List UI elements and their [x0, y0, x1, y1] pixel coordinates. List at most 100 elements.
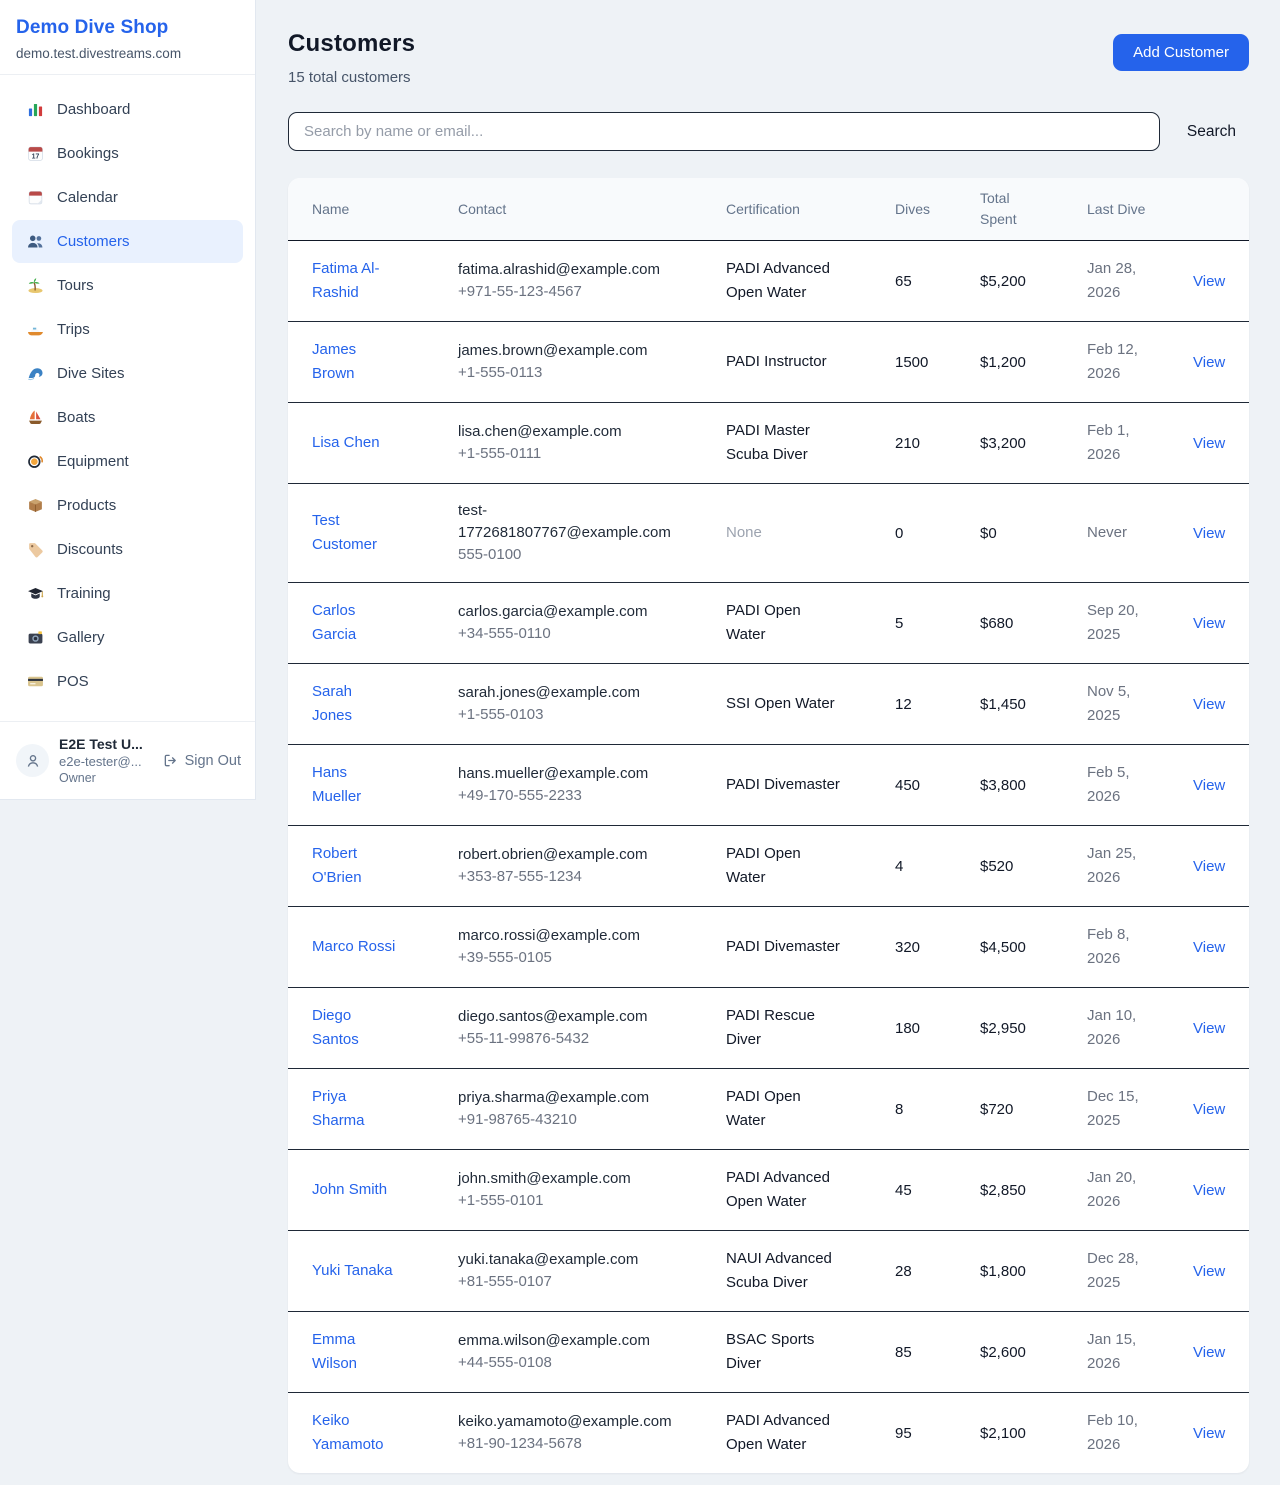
- view-link[interactable]: View: [1193, 1263, 1225, 1280]
- customer-dives: 450: [895, 777, 920, 794]
- customer-dives: 28: [895, 1263, 912, 1280]
- customer-name-link[interactable]: Fatima Al-Rashid: [312, 257, 396, 305]
- sidebar-item-calendar[interactable]: Calendar: [12, 176, 243, 219]
- search-input[interactable]: [288, 112, 1160, 151]
- page-header-text: Customers 15 total customers: [288, 30, 415, 86]
- customer-name-link[interactable]: Test Customer: [312, 509, 396, 557]
- page-title: Customers: [288, 30, 415, 58]
- customer-name-link[interactable]: John Smith: [312, 1178, 387, 1202]
- customer-certification: PADI Advanced Open Water: [726, 1166, 844, 1214]
- customer-certification: None: [726, 521, 762, 545]
- discounts-tag-icon: [26, 541, 44, 559]
- column-header-certification: Certification: [726, 178, 895, 241]
- customer-dives: 65: [895, 273, 912, 290]
- sidebar-item-equipment[interactable]: Equipment: [12, 440, 243, 483]
- customer-phone: +39-555-0105: [458, 947, 726, 969]
- view-link[interactable]: View: [1193, 1101, 1225, 1118]
- view-link[interactable]: View: [1193, 1020, 1225, 1037]
- view-link[interactable]: View: [1193, 1344, 1225, 1361]
- customer-name-link[interactable]: Lisa Chen: [312, 431, 380, 455]
- calendar-icon: [26, 189, 44, 207]
- column-header-last-dive: Last Dive: [1087, 178, 1193, 241]
- customer-last-dive: Jan 10, 2026: [1087, 1004, 1151, 1052]
- customer-total-spent: $520: [980, 858, 1013, 875]
- view-link[interactable]: View: [1193, 435, 1225, 452]
- sidebar-item-training[interactable]: Training: [12, 572, 243, 615]
- table-row: Carlos Garciacarlos.garcia@example.com+3…: [288, 583, 1249, 664]
- customer-email: diego.santos@example.com: [458, 1006, 676, 1028]
- sidebar-item-gallery[interactable]: Gallery: [12, 616, 243, 659]
- sign-out-label: Sign Out: [185, 753, 241, 769]
- view-link[interactable]: View: [1193, 696, 1225, 713]
- table-row: Hans Muellerhans.mueller@example.com+49-…: [288, 745, 1249, 826]
- customer-last-dive: Sep 20, 2025: [1087, 599, 1151, 647]
- sidebar-item-dive-sites[interactable]: Dive Sites: [12, 352, 243, 395]
- customer-name-link[interactable]: Sarah Jones: [312, 680, 396, 728]
- sidebar-item-trips[interactable]: Trips: [12, 308, 243, 351]
- add-customer-button[interactable]: Add Customer: [1113, 34, 1249, 71]
- view-link[interactable]: View: [1193, 354, 1225, 371]
- sidebar-item-boats[interactable]: Boats: [12, 396, 243, 439]
- table-row: Sarah Jonessarah.jones@example.com+1-555…: [288, 664, 1249, 745]
- customer-last-dive: Dec 28, 2025: [1087, 1247, 1151, 1295]
- customer-name-link[interactable]: Yuki Tanaka: [312, 1259, 393, 1283]
- customer-name-link[interactable]: Marco Rossi: [312, 935, 395, 959]
- customer-email: robert.obrien@example.com: [458, 844, 676, 866]
- sidebar-item-label: Boats: [57, 406, 95, 429]
- sidebar-item-label: Dashboard: [57, 98, 130, 121]
- sidebar-item-products[interactable]: Products: [12, 484, 243, 527]
- avatar: [16, 744, 49, 777]
- user-role: Owner: [59, 771, 153, 785]
- sidebar-item-customers[interactable]: Customers: [12, 220, 243, 263]
- sidebar-item-tours[interactable]: Tours: [12, 264, 243, 307]
- customer-name-link[interactable]: Keiko Yamamoto: [312, 1409, 396, 1457]
- table-row: Fatima Al-Rashidfatima.alrashid@example.…: [288, 241, 1249, 322]
- customer-name-link[interactable]: James Brown: [312, 338, 396, 386]
- customer-phone: +44-555-0108: [458, 1352, 726, 1374]
- customer-email: lisa.chen@example.com: [458, 421, 676, 443]
- customer-total-spent: $2,950: [980, 1020, 1026, 1037]
- page-header: Customers 15 total customers Add Custome…: [288, 30, 1249, 86]
- customer-certification: PADI Divemaster: [726, 773, 840, 797]
- view-link[interactable]: View: [1193, 1182, 1225, 1199]
- sidebar-nav: Dashboard 17BookingsCalendarCustomersTour…: [0, 75, 255, 721]
- view-link[interactable]: View: [1193, 525, 1225, 542]
- customer-total-spent: $5,200: [980, 273, 1026, 290]
- customer-certification: BSAC Sports Diver: [726, 1328, 844, 1376]
- view-link[interactable]: View: [1193, 273, 1225, 290]
- search-button[interactable]: Search: [1187, 123, 1236, 141]
- customer-name-link[interactable]: Diego Santos: [312, 1004, 396, 1052]
- customer-last-dive: Feb 8, 2026: [1087, 923, 1151, 971]
- customer-name-link[interactable]: Robert O'Brien: [312, 842, 396, 890]
- customer-phone: +353-87-555-1234: [458, 866, 726, 888]
- view-link[interactable]: View: [1193, 939, 1225, 956]
- customer-dives: 5: [895, 615, 903, 632]
- customer-name-link[interactable]: Hans Mueller: [312, 761, 396, 809]
- sidebar-item-bookings[interactable]: 17Bookings: [12, 132, 243, 175]
- customer-phone: +91-98765-43210: [458, 1109, 726, 1131]
- sidebar-item-label: Trips: [57, 318, 90, 341]
- view-link[interactable]: View: [1193, 858, 1225, 875]
- customer-name-link[interactable]: Emma Wilson: [312, 1328, 396, 1376]
- sidebar-item-label: Bookings: [57, 142, 119, 165]
- customer-name-link[interactable]: Carlos Garcia: [312, 599, 396, 647]
- customer-name-link[interactable]: Priya Sharma: [312, 1085, 396, 1133]
- customer-certification: PADI Instructor: [726, 350, 827, 374]
- sidebar-item-discounts[interactable]: Discounts: [12, 528, 243, 571]
- products-box-icon: [26, 497, 44, 515]
- customer-phone: +1-555-0111: [458, 443, 726, 465]
- table-row: Priya Sharmapriya.sharma@example.com+91-…: [288, 1069, 1249, 1150]
- view-link[interactable]: View: [1193, 777, 1225, 794]
- customer-phone: +1-555-0101: [458, 1190, 726, 1212]
- customer-certification: PADI Rescue Diver: [726, 1004, 844, 1052]
- customer-total-spent: $3,200: [980, 435, 1026, 452]
- dive-sites-wave-icon: [26, 365, 44, 383]
- table-row: James Brownjames.brown@example.com+1-555…: [288, 322, 1249, 403]
- customer-total-spent: $2,850: [980, 1182, 1026, 1199]
- sign-out-button[interactable]: Sign Out: [163, 753, 241, 769]
- training-cap-icon: [26, 585, 44, 603]
- sidebar-item-dashboard[interactable]: Dashboard: [12, 88, 243, 131]
- view-link[interactable]: View: [1193, 615, 1225, 632]
- view-link[interactable]: View: [1193, 1425, 1225, 1442]
- sidebar-item-pos[interactable]: POS: [12, 660, 243, 703]
